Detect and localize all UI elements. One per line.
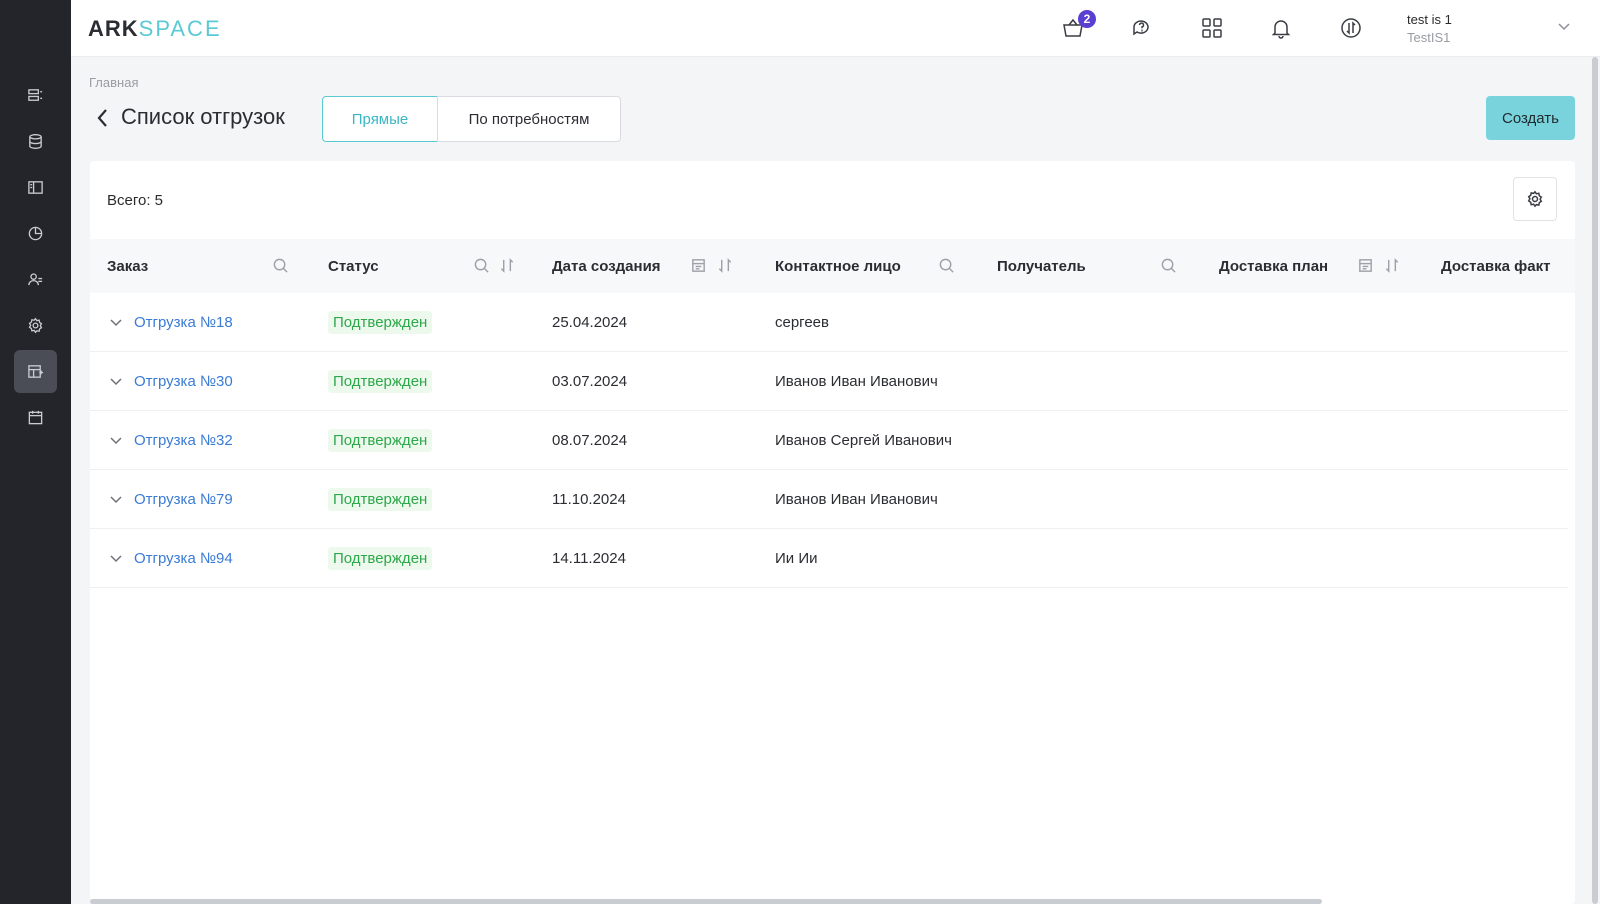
column-header-delivery-plan: Доставка план xyxy=(1219,257,1329,275)
gear-icon xyxy=(1527,190,1543,208)
sidebar-item-orders[interactable] xyxy=(14,74,57,117)
column-header-order: Заказ xyxy=(107,257,149,275)
users-icon xyxy=(28,273,43,286)
grid-icon xyxy=(1202,18,1222,38)
delivery-plan-sort-icon[interactable] xyxy=(1384,257,1402,275)
created-date: 08.07.2024 xyxy=(552,432,628,449)
help-chat-icon xyxy=(1133,20,1149,36)
tab-direct[interactable]: Прямые xyxy=(322,96,438,142)
status-badge: Подтвержден xyxy=(328,370,433,393)
created-date-filter-icon[interactable] xyxy=(690,257,708,275)
created-date: 25.04.2024 xyxy=(552,314,628,331)
gear-icon xyxy=(28,317,43,334)
notifications-button[interactable] xyxy=(1266,13,1296,43)
status-badge: Подтвержден xyxy=(328,311,433,334)
table-settings-button[interactable] xyxy=(1513,177,1557,221)
breadcrumb[interactable]: Главная xyxy=(89,75,138,90)
order-link[interactable]: Отгрузка №94 xyxy=(134,529,233,588)
column-header-contact: Контактное лицо xyxy=(775,257,901,275)
catalog-icon xyxy=(28,181,43,194)
apps-button[interactable] xyxy=(1197,13,1227,43)
sidebar-item-analytics[interactable] xyxy=(14,212,57,255)
analytics-icon xyxy=(28,226,43,241)
sync-button[interactable] xyxy=(1336,13,1366,43)
status-badge: Подтвержден xyxy=(328,547,433,570)
table-row[interactable]: Отгрузка №18 Подтвержден 25.04.2024 серг… xyxy=(90,293,1568,352)
support-chat-button[interactable] xyxy=(1127,13,1157,43)
created-date: 11.10.2024 xyxy=(552,491,626,508)
logo-part-space: SPACE xyxy=(138,16,222,41)
row-expand-icon[interactable] xyxy=(109,433,123,447)
cart-badge: 2 xyxy=(1078,10,1096,28)
contact-person: Иванов Сергей Иванович xyxy=(775,432,952,449)
user-menu[interactable]: test is 1 TestIS1 xyxy=(1407,12,1537,45)
shipments-panel: Всего: 5 Заказ Статус Дата создания Конт… xyxy=(90,161,1575,904)
order-search-icon[interactable] xyxy=(272,257,290,275)
row-expand-icon[interactable] xyxy=(109,374,123,388)
shipments-icon xyxy=(28,365,44,378)
top-header: ARKSPACE 2 test is 1 TestIS1 xyxy=(71,0,1600,57)
table-row[interactable]: Отгрузка №79 Подтвержден 11.10.2024 Иван… xyxy=(90,470,1568,529)
row-expand-icon[interactable] xyxy=(109,315,123,329)
sidebar-item-calendar[interactable] xyxy=(14,396,57,439)
contact-person: сергеев xyxy=(775,314,829,331)
sync-icon xyxy=(1341,18,1361,38)
contact-person: Ии Ии xyxy=(775,550,818,567)
total-count: Всего: 5 xyxy=(107,192,164,209)
database-icon xyxy=(29,134,42,149)
status-sort-icon[interactable] xyxy=(499,257,517,275)
create-button[interactable]: Создать xyxy=(1486,96,1575,140)
user-menu-toggle[interactable] xyxy=(1557,19,1571,33)
recipient-search-icon[interactable] xyxy=(1160,257,1178,275)
sidebar-item-database[interactable] xyxy=(14,120,57,163)
status-search-icon[interactable] xyxy=(473,257,491,275)
contact-person: Иванов Иван Иванович xyxy=(775,491,938,508)
sidebar-item-shipments[interactable] xyxy=(14,350,57,393)
row-expand-icon[interactable] xyxy=(109,551,123,565)
bell-icon xyxy=(1271,20,1291,39)
status-badge: Подтвержден xyxy=(328,429,433,452)
vertical-scrollbar[interactable] xyxy=(1592,57,1598,904)
chevron-down-icon xyxy=(1558,23,1570,31)
order-link[interactable]: Отгрузка №30 xyxy=(134,352,233,411)
user-organization: TestIS1 xyxy=(1407,30,1451,45)
status-badge: Подтвержден xyxy=(328,488,433,511)
table-row[interactable]: Отгрузка №30 Подтвержден 03.07.2024 Иван… xyxy=(90,352,1568,411)
table-row[interactable]: Отгрузка №94 Подтвержден 14.11.2024 Ии И… xyxy=(90,529,1568,588)
order-link[interactable]: Отгрузка №79 xyxy=(134,470,233,529)
sidebar-item-users[interactable] xyxy=(14,258,57,301)
table-row[interactable]: Отгрузка №32 Подтвержден 08.07.2024 Иван… xyxy=(90,411,1568,470)
chevron-left-icon xyxy=(97,109,107,127)
app-logo[interactable]: ARKSPACE xyxy=(88,16,222,42)
row-expand-icon[interactable] xyxy=(109,492,123,506)
tab-by-needs[interactable]: По потребностям xyxy=(437,96,621,142)
contact-search-icon[interactable] xyxy=(938,257,956,275)
column-header-created: Дата создания xyxy=(552,257,661,275)
created-date: 14.11.2024 xyxy=(552,550,626,567)
column-header-status: Статус xyxy=(328,257,379,275)
page-title: Список отгрузок xyxy=(121,104,285,129)
back-button[interactable] xyxy=(94,107,112,129)
orders-icon xyxy=(28,89,43,101)
user-name: test is 1 xyxy=(1407,12,1452,27)
horizontal-scrollbar[interactable] xyxy=(90,899,1322,904)
order-link[interactable]: Отгрузка №32 xyxy=(134,411,233,470)
created-date: 03.07.2024 xyxy=(552,373,628,390)
sidebar xyxy=(0,0,71,904)
order-link[interactable]: Отгрузка №18 xyxy=(134,293,233,352)
sidebar-item-settings[interactable] xyxy=(14,304,57,347)
table-header: Заказ Статус Дата создания Контактное ли… xyxy=(90,239,1575,293)
column-header-delivery-fact: Доставка факт xyxy=(1441,257,1551,275)
contact-person: Иванов Иван Иванович xyxy=(775,373,938,390)
cart-button[interactable]: 2 xyxy=(1058,10,1096,43)
created-sort-icon[interactable] xyxy=(717,257,735,275)
column-header-recipient: Получатель xyxy=(997,257,1086,275)
calendar-icon xyxy=(28,410,43,425)
delivery-plan-date-filter-icon[interactable] xyxy=(1357,257,1375,275)
sidebar-item-catalog[interactable] xyxy=(14,166,57,209)
logo-part-ark: ARK xyxy=(88,16,139,41)
